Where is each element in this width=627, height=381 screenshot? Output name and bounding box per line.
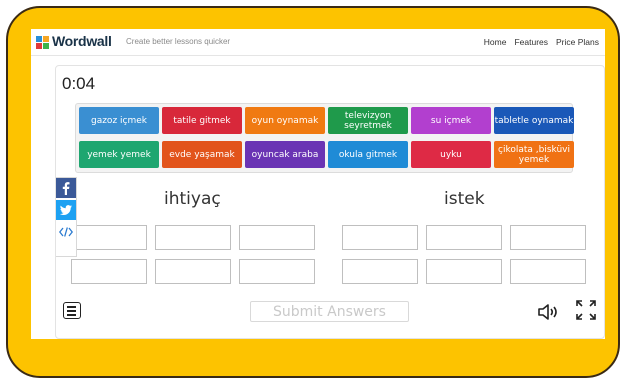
drop-slot[interactable] [342, 225, 418, 250]
word-tile[interactable]: uyku [411, 141, 491, 168]
word-tile[interactable]: okula gitmek [328, 141, 408, 168]
word-tile[interactable]: tabletle oynamak [494, 107, 574, 134]
word-tile[interactable]: su içmek [411, 107, 491, 134]
group-heading-ihtiyac: ihtiyaç [164, 189, 221, 209]
word-tile[interactable]: gazoz içmek [79, 107, 159, 134]
word-tile[interactable]: oyun oynamak [245, 107, 325, 134]
submit-answers-button[interactable]: Submit Answers [250, 301, 409, 322]
hamburger-menu-icon[interactable] [63, 302, 81, 319]
twitter-icon[interactable] [56, 200, 76, 220]
tagline: Create better lessons quicker [126, 37, 231, 46]
drop-slot[interactable] [426, 259, 502, 284]
nav-home[interactable]: Home [484, 37, 507, 47]
word-tile-tray: gazoz içmek tatile gitmek oyun oynamak t… [75, 103, 574, 173]
brand-name[interactable]: Wordwall [52, 33, 112, 49]
share-sidebar [56, 177, 77, 257]
top-nav: Home Features Price Plans [484, 37, 599, 47]
fullscreen-icon[interactable] [576, 300, 596, 320]
wordwall-logo-icon[interactable] [36, 36, 49, 49]
drop-slot[interactable] [426, 225, 502, 250]
nav-features[interactable]: Features [514, 37, 548, 47]
game-page: Wordwall Create better lessons quicker H… [31, 29, 605, 339]
word-tile[interactable]: evde yaşamak [162, 141, 242, 168]
drop-slot[interactable] [510, 259, 586, 284]
game-area: 0:04 gazoz içmek tatile gitmek oyun oyna… [55, 65, 605, 339]
embed-code-icon[interactable] [56, 222, 76, 242]
top-bar: Wordwall Create better lessons quicker H… [31, 29, 605, 56]
group-heading-istek: istek [444, 189, 485, 209]
word-tile[interactable]: oyuncak araba [245, 141, 325, 168]
word-tile[interactable]: tatile gitmek [162, 107, 242, 134]
drop-slot[interactable] [239, 259, 315, 284]
word-tile[interactable]: televizyon seyretmek [328, 107, 408, 134]
drop-slot[interactable] [239, 225, 315, 250]
timer: 0:04 [62, 74, 96, 93]
nav-price-plans[interactable]: Price Plans [556, 37, 599, 47]
drop-slot[interactable] [71, 225, 147, 250]
drop-slot[interactable] [155, 259, 231, 284]
word-tile[interactable]: çikolata ,bisküvi yemek [494, 141, 574, 168]
word-tile[interactable]: yemek yemek [79, 141, 159, 168]
facebook-icon[interactable] [56, 178, 76, 198]
drop-slot[interactable] [510, 225, 586, 250]
drop-slot[interactable] [342, 259, 418, 284]
drop-slot[interactable] [71, 259, 147, 284]
drop-slot[interactable] [155, 225, 231, 250]
speaker-icon[interactable] [537, 304, 559, 320]
